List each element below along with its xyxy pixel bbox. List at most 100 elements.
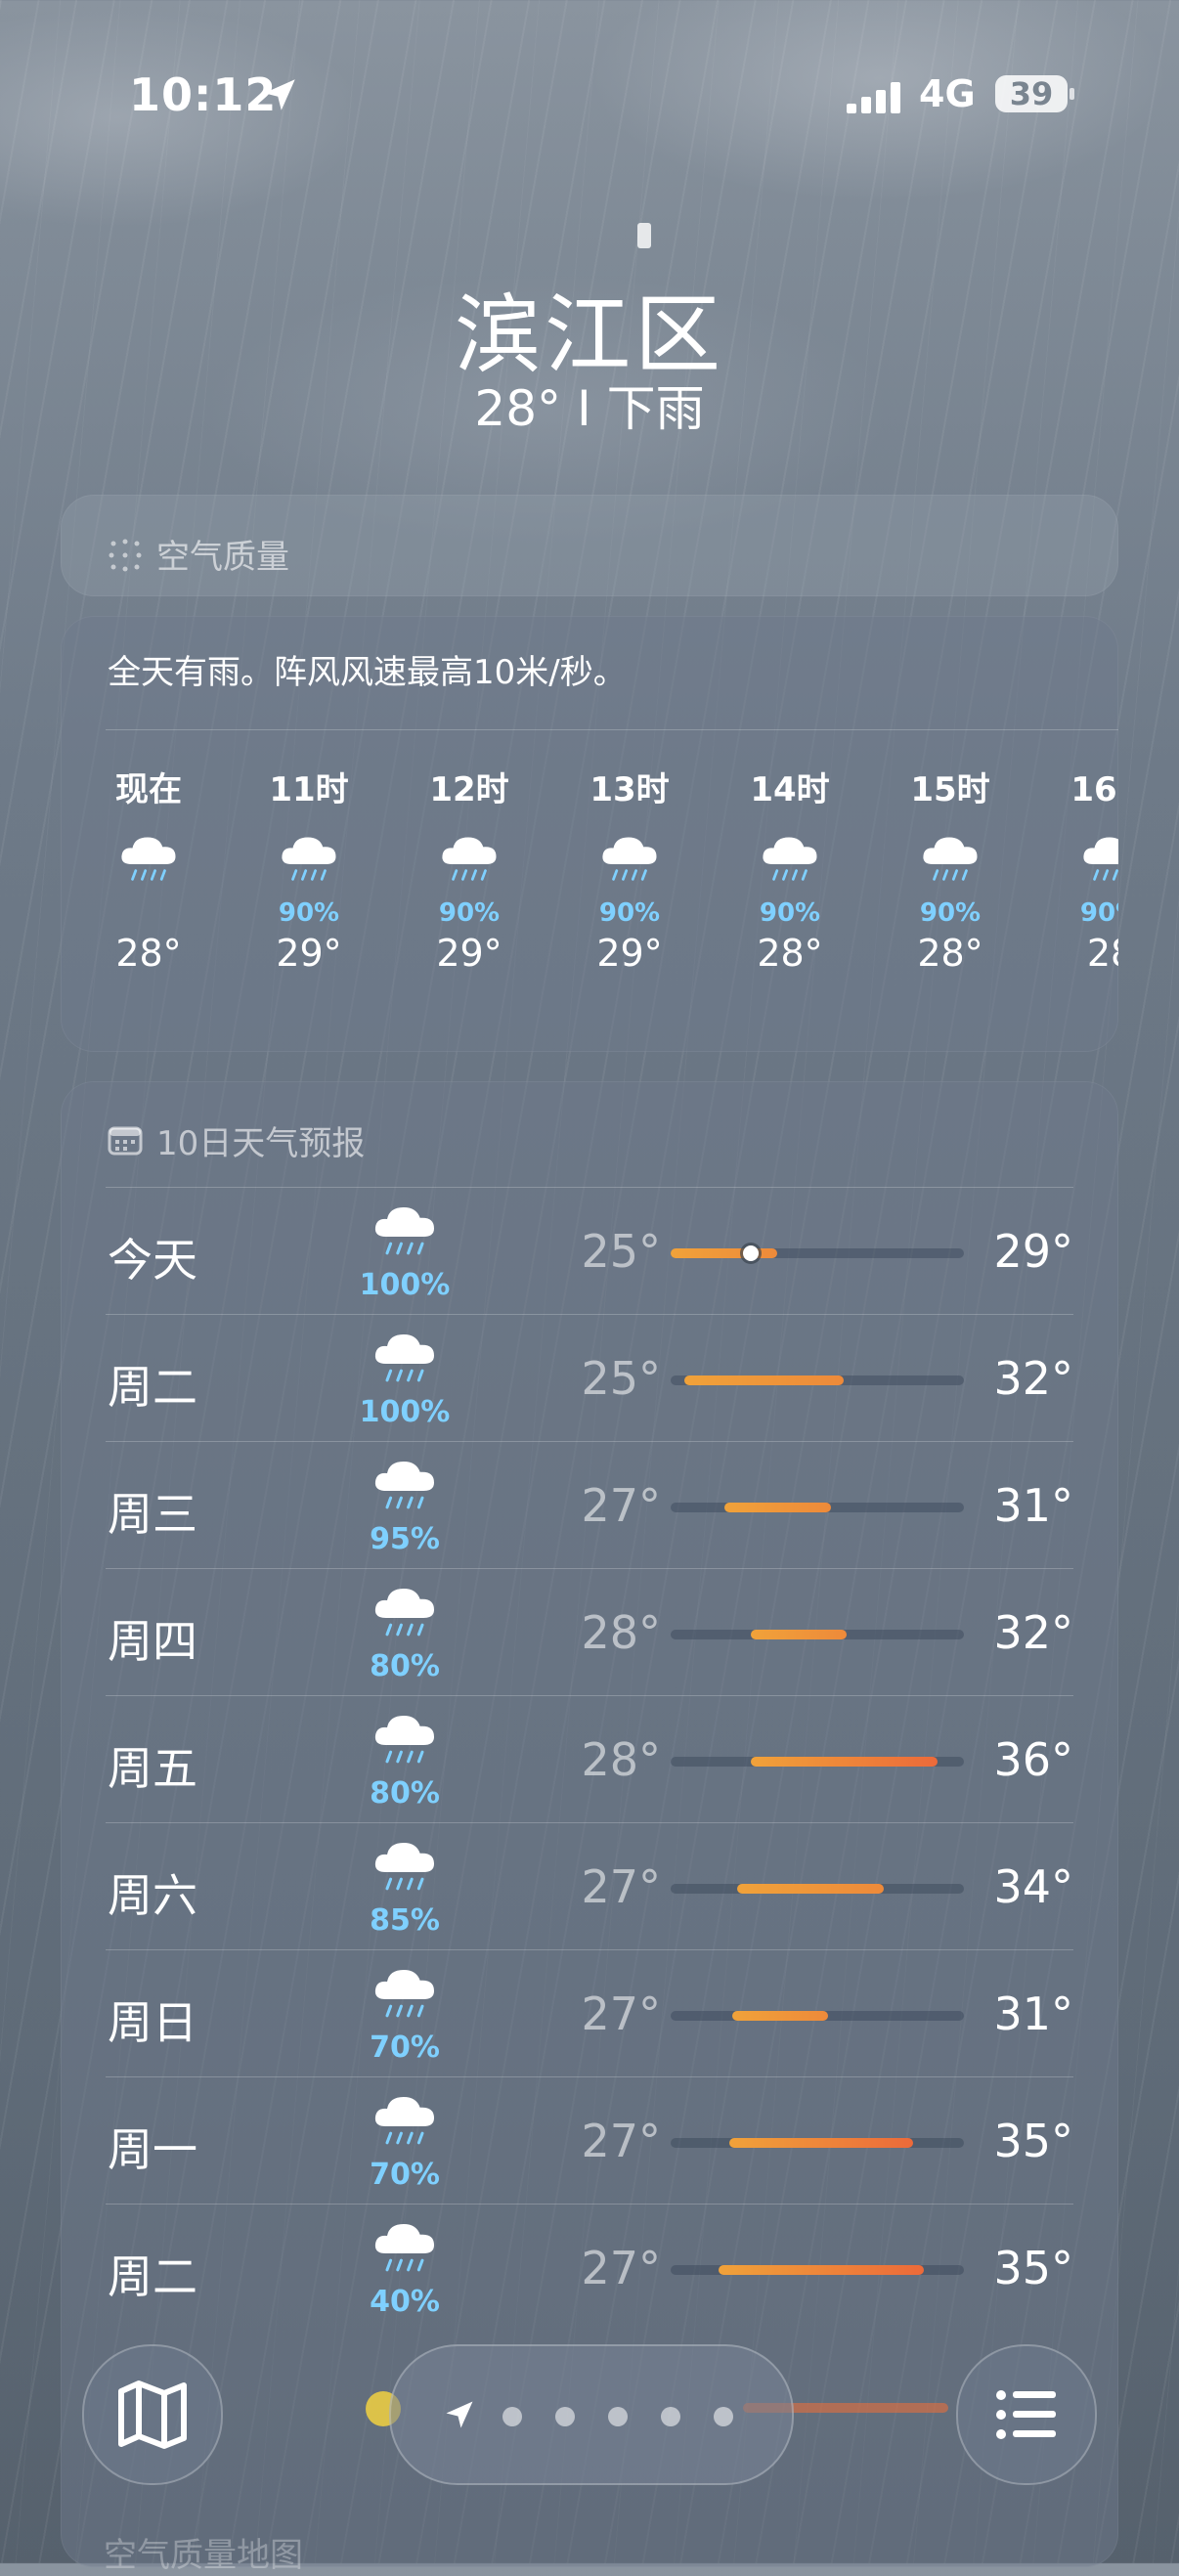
rain-cloud-icon — [374, 1716, 434, 1764]
rain-cloud-icon — [282, 837, 336, 881]
hour-column: 现在 28° — [90, 763, 207, 975]
high-temp: 35° — [993, 2115, 1073, 2167]
precip-chance: 100% — [359, 1395, 451, 1429]
air-quality-card[interactable]: 空气质量 — [61, 495, 1118, 596]
forecast-row[interactable]: 周二 40% 27° 35° — [106, 2204, 1073, 2332]
forecast-row[interactable]: 周三 95% 27° 31° — [106, 1441, 1073, 1569]
hour-icon-wrap: 90% — [250, 832, 368, 928]
precip-chance: 95% — [370, 1522, 440, 1556]
forecast-row[interactable]: 周日 70% 27° 31° — [106, 1949, 1073, 2077]
forecast-row[interactable]: 周四 80% 28° 32° — [106, 1568, 1073, 1696]
temp-range-track — [671, 2138, 964, 2148]
air-quality-title: 空气质量 — [156, 538, 289, 577]
battery-icon: 39 — [995, 75, 1068, 112]
day-label: 周二 — [108, 1361, 197, 1414]
hourly-summary: 全天有雨。阵风风速最高10米/秒。 — [108, 653, 627, 692]
temp-range-fill — [671, 1248, 778, 1258]
precip-chance: 90% — [759, 898, 821, 928]
hour-label: 15时 — [910, 770, 990, 809]
forecast-row[interactable]: 周一 70% 27° 35° — [106, 2076, 1073, 2205]
hour-icon-wrap — [90, 832, 207, 920]
low-temp: 28° — [581, 1606, 661, 1659]
rain-cloud-icon — [121, 837, 176, 881]
page-dot[interactable] — [714, 2407, 733, 2426]
hour-column: 13时 90% 29° — [571, 763, 688, 975]
forecast-row[interactable]: 周六 85% 27° 34° — [106, 1822, 1073, 1950]
hour-label: 13时 — [590, 770, 670, 809]
hour-icon-wrap: 90% — [411, 832, 528, 928]
precip-chance: 85% — [370, 1903, 440, 1938]
city-list-button[interactable] — [956, 2344, 1097, 2485]
ten-day-title: 10日天气预报 — [156, 1124, 366, 1163]
temp-range-fill — [729, 2138, 914, 2148]
location-pager[interactable] — [389, 2344, 794, 2485]
temp-range-fill — [750, 1757, 938, 1767]
day-icon-wrap — [356, 1456, 454, 1524]
day-label: 周二 — [108, 2250, 197, 2303]
location-indicator-icon — [637, 223, 651, 248]
rain-cloud-icon — [374, 1207, 434, 1255]
rain-cloud-icon — [374, 1334, 434, 1382]
page-dot[interactable] — [661, 2407, 680, 2426]
precip-chance: 70% — [370, 2030, 440, 2065]
hour-column: 16时 90% 28 — [1052, 763, 1118, 975]
page-dot[interactable] — [555, 2407, 575, 2426]
day-label: 周四 — [108, 1615, 197, 1668]
high-temp: 29° — [993, 1225, 1073, 1278]
hour-label: 16时 — [1070, 770, 1118, 809]
precip-chance: 100% — [359, 1268, 451, 1302]
rain-cloud-icon — [763, 837, 817, 881]
precip-chance: 90% — [598, 898, 661, 928]
day-label: 周一 — [108, 2123, 197, 2176]
precip-chance: 90% — [438, 898, 501, 928]
day-label: 今天 — [108, 1234, 197, 1287]
day-label: 周三 — [108, 1488, 197, 1541]
hour-temp: 29° — [276, 932, 342, 975]
hourly-forecast-card[interactable]: 全天有雨。阵风风速最高10米/秒。 现在 28° 11时 90% 29° 12时 90% 29… — [61, 616, 1118, 1052]
hour-temp: 28° — [115, 932, 182, 975]
forecast-row[interactable]: 周二 100% 25° 32° — [106, 1314, 1073, 1442]
precip-chance: 40% — [370, 2285, 440, 2319]
day-icon-wrap — [356, 1837, 454, 1905]
hour-temp: 28 — [1086, 932, 1118, 975]
hour-icon-wrap: 90% — [1052, 832, 1118, 928]
low-temp: 25° — [581, 1352, 661, 1405]
status-time: 10:12 — [129, 68, 278, 121]
high-temp: 31° — [993, 1479, 1073, 1532]
day-icon-wrap — [356, 1329, 454, 1397]
day-icon-wrap — [356, 2091, 454, 2160]
low-temp: 27° — [581, 1479, 661, 1532]
rain-cloud-icon — [374, 2097, 434, 2145]
divider — [106, 729, 1118, 730]
high-temp: 31° — [993, 1987, 1073, 2040]
status-bar: 10:12 4G 39 — [0, 61, 1179, 129]
map-button[interactable] — [82, 2344, 223, 2485]
current-location-icon — [446, 2401, 473, 2428]
day-icon-wrap — [356, 1964, 454, 2032]
temp-range-track — [671, 1884, 964, 1894]
day-icon-wrap — [356, 2218, 454, 2287]
forecast-row[interactable]: 周五 80% 28° 36° — [106, 1695, 1073, 1823]
hour-column: 12时 90% 29° — [411, 763, 528, 975]
temp-range-track — [671, 2011, 964, 2021]
network-type: 4G — [919, 72, 976, 115]
hour-temp: 28° — [757, 932, 823, 975]
battery-cap — [1070, 88, 1074, 100]
precip-chance: 90% — [1079, 898, 1118, 928]
precip-chance: 70% — [370, 2158, 440, 2192]
precip-chance: 80% — [370, 1649, 440, 1683]
rain-cloud-icon — [374, 1970, 434, 2018]
rain-cloud-icon — [374, 2224, 434, 2272]
forecast-row[interactable]: 今天 100% 25° 29° — [106, 1187, 1073, 1315]
hour-column: 14时 90% 28° — [731, 763, 849, 975]
temp-range-fill — [731, 2011, 828, 2021]
high-temp: 32° — [993, 1352, 1073, 1405]
low-temp: 28° — [581, 1733, 661, 1786]
temp-range-track — [671, 1630, 964, 1639]
rain-cloud-icon — [602, 837, 657, 881]
hour-icon-wrap: 90% — [892, 832, 1009, 928]
temp-range-fill — [723, 1503, 831, 1512]
page-dot[interactable] — [608, 2407, 628, 2426]
rain-cloud-icon — [374, 1462, 434, 1509]
page-dot[interactable] — [502, 2407, 522, 2426]
